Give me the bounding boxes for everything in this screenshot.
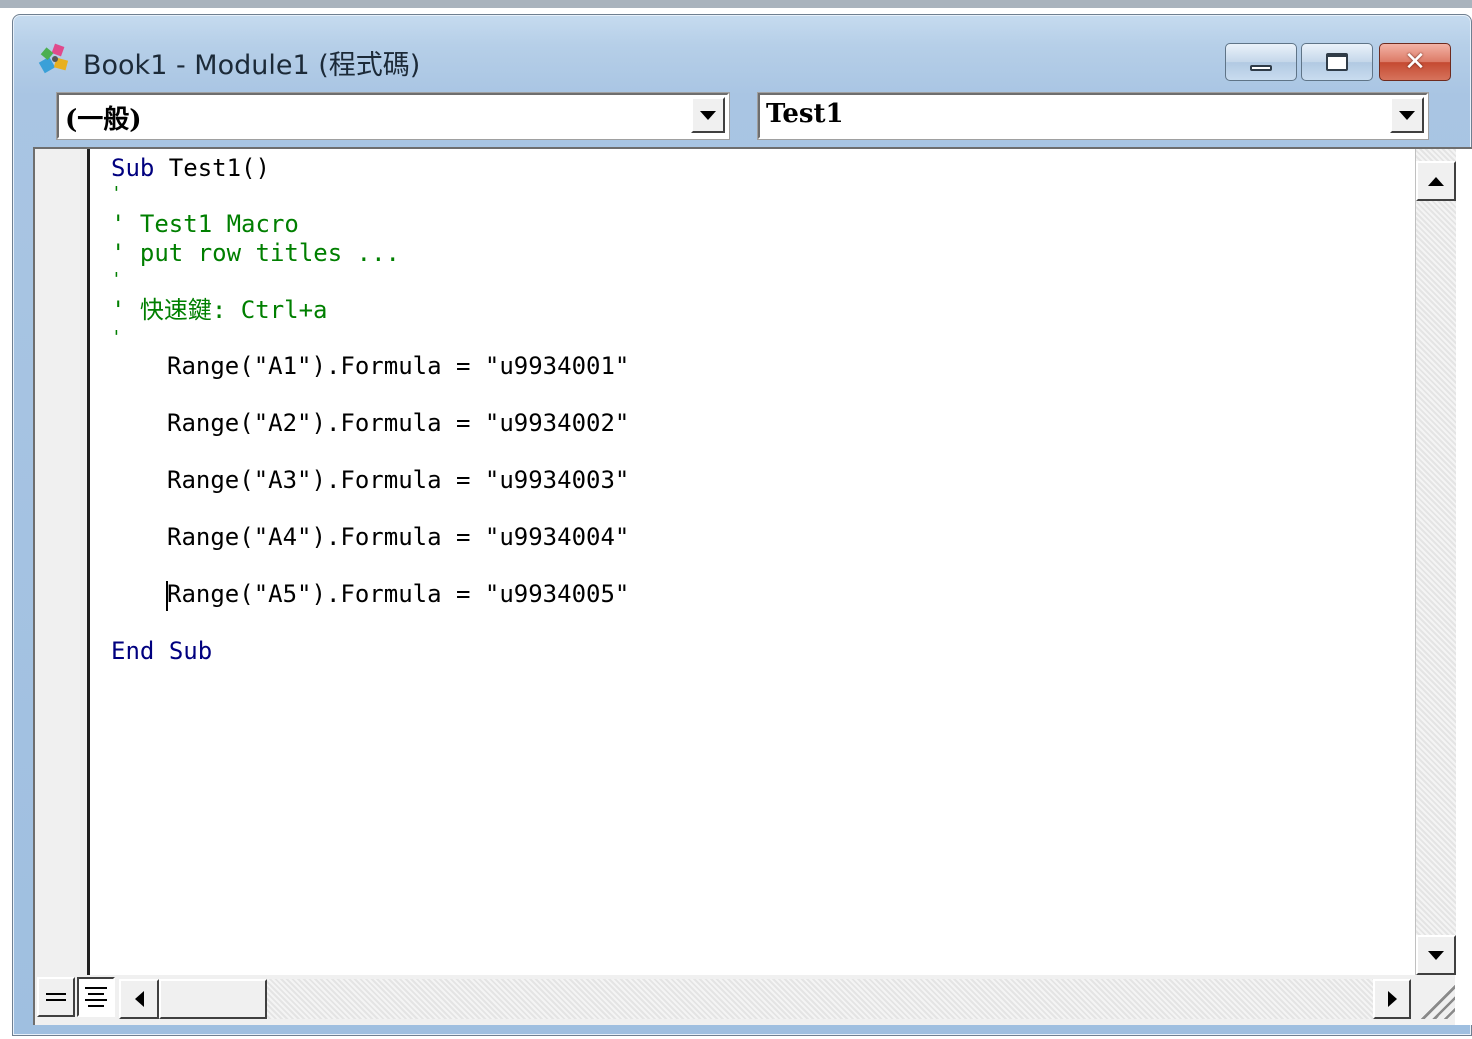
text-cursor (166, 581, 168, 611)
bottom-bar (35, 975, 1455, 1025)
vba-project-icon (38, 43, 69, 74)
full-module-view-icon (85, 987, 107, 989)
minimize-icon (1250, 65, 1272, 71)
minimize-button[interactable] (1225, 43, 1297, 81)
procedure-view-button[interactable] (37, 977, 75, 1017)
maximize-icon (1326, 53, 1348, 71)
comment-line: ' Test1 Macro (111, 210, 299, 238)
window-title: Book1 - Module1 (程式碼) (83, 50, 421, 81)
chevron-down-icon (1399, 110, 1415, 120)
procedure-signature: Test1() (154, 154, 270, 182)
full-module-view-icon (88, 1005, 104, 1007)
arrow-up-icon (1428, 176, 1444, 186)
title-bar[interactable]: Book1 - Module1 (程式碼) ✕ (13, 15, 1471, 85)
comment-line: ' put row titles ... (111, 239, 400, 267)
full-module-view-button[interactable] (77, 977, 115, 1017)
arrow-down-icon (1428, 950, 1444, 960)
procedure-dropdown-button[interactable] (1390, 97, 1424, 133)
comment-line: ' (111, 183, 122, 204)
procedure-combobox[interactable]: Test1 (758, 93, 1428, 139)
arrow-left-icon (134, 991, 144, 1007)
scroll-left-button[interactable] (119, 979, 159, 1019)
code-statement: Range("A4").Formula = "u9934004" (167, 523, 630, 551)
chevron-down-icon (700, 110, 716, 120)
object-combobox-value: (一般) (65, 105, 142, 135)
maximize-button[interactable] (1301, 43, 1373, 81)
code-statement: Range("A5").Formula = "u9934005" (167, 580, 630, 608)
close-button[interactable]: ✕ (1379, 43, 1451, 81)
keyword: Sub (111, 154, 155, 182)
close-icon: ✕ (1404, 47, 1426, 77)
code-statement: Range("A2").Formula = "u9934002" (167, 409, 630, 437)
scroll-down-button[interactable] (1416, 935, 1456, 975)
comment-line: ' 快速鍵: Ctrl+a (111, 296, 328, 324)
code-line-end-sub: End Sub (111, 636, 212, 666)
code-editor[interactable]: Sub Test1() ' ' Test1 Macro ' put row ti… (91, 149, 1415, 975)
procedure-combobox-value: Test1 (766, 99, 844, 129)
arrow-right-icon (1387, 991, 1397, 1007)
vertical-scrollbar[interactable] (1415, 149, 1456, 975)
code-line-sub: Sub Test1() (111, 153, 270, 183)
procedure-view-icon (46, 999, 66, 1001)
keyword: Sub (168, 637, 213, 665)
procedure-view-icon (46, 993, 66, 995)
desktop-strip (0, 0, 1472, 8)
code-window: Book1 - Module1 (程式碼) ✕ (一般) Test1 Sub T… (12, 14, 1472, 1036)
comment-line: ' (111, 327, 122, 348)
scroll-up-button[interactable] (1416, 161, 1456, 201)
code-pane: Sub Test1() ' ' Test1 Macro ' put row ti… (33, 147, 1472, 1025)
object-dropdown-button[interactable] (691, 97, 725, 133)
horizontal-scrollbar[interactable] (119, 979, 1411, 1019)
scroll-right-button[interactable] (1373, 979, 1411, 1019)
code-statement: Range("A1").Formula = "u9934001" (167, 352, 630, 380)
full-module-view-icon (85, 999, 107, 1001)
code-statement: Range("A3").Formula = "u9934003" (167, 466, 630, 494)
resize-grip-icon[interactable] (1417, 981, 1455, 1019)
object-combobox[interactable]: (一般) (57, 93, 729, 139)
full-module-view-icon (88, 993, 104, 995)
margin-indicator-bar[interactable] (35, 149, 90, 975)
horizontal-scroll-thumb[interactable] (159, 979, 267, 1019)
comment-line: ' (111, 269, 122, 290)
keyword: End (111, 637, 155, 665)
